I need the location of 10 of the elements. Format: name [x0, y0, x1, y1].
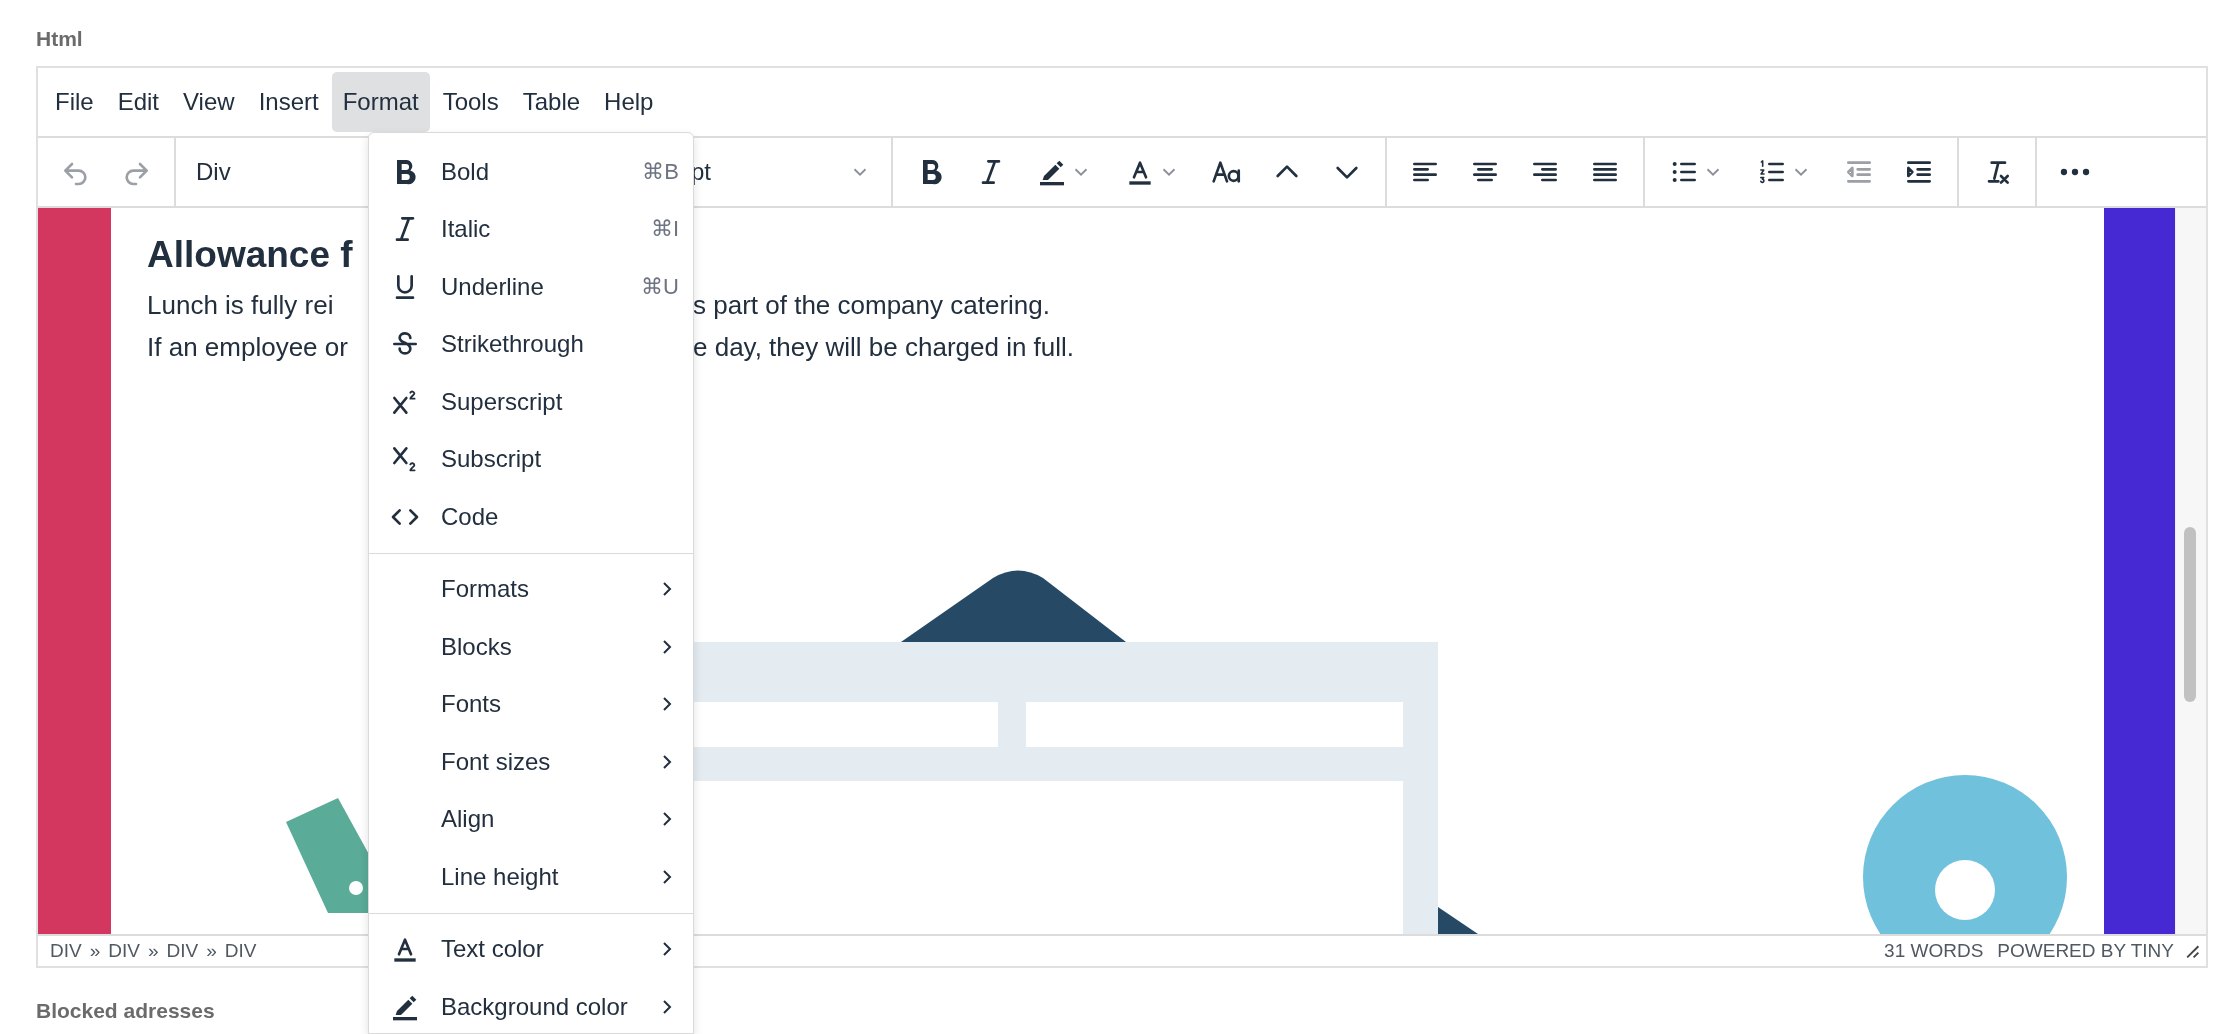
paragraph-text: e day, they will be charged in full. — [693, 331, 1075, 364]
paragraph-text: s part of the company catering. — [693, 289, 1050, 322]
field-label: Blocked adresses — [36, 998, 215, 1024]
content-heading: Allowance f — [147, 233, 353, 277]
field-label: Html — [36, 26, 83, 52]
paragraph-text: Lunch is fully rei — [147, 289, 334, 322]
paragraph-text: If an employee or — [147, 331, 348, 364]
path-separator: » — [89, 940, 101, 962]
path-separator: » — [147, 940, 159, 962]
path-separator: » — [206, 940, 217, 962]
